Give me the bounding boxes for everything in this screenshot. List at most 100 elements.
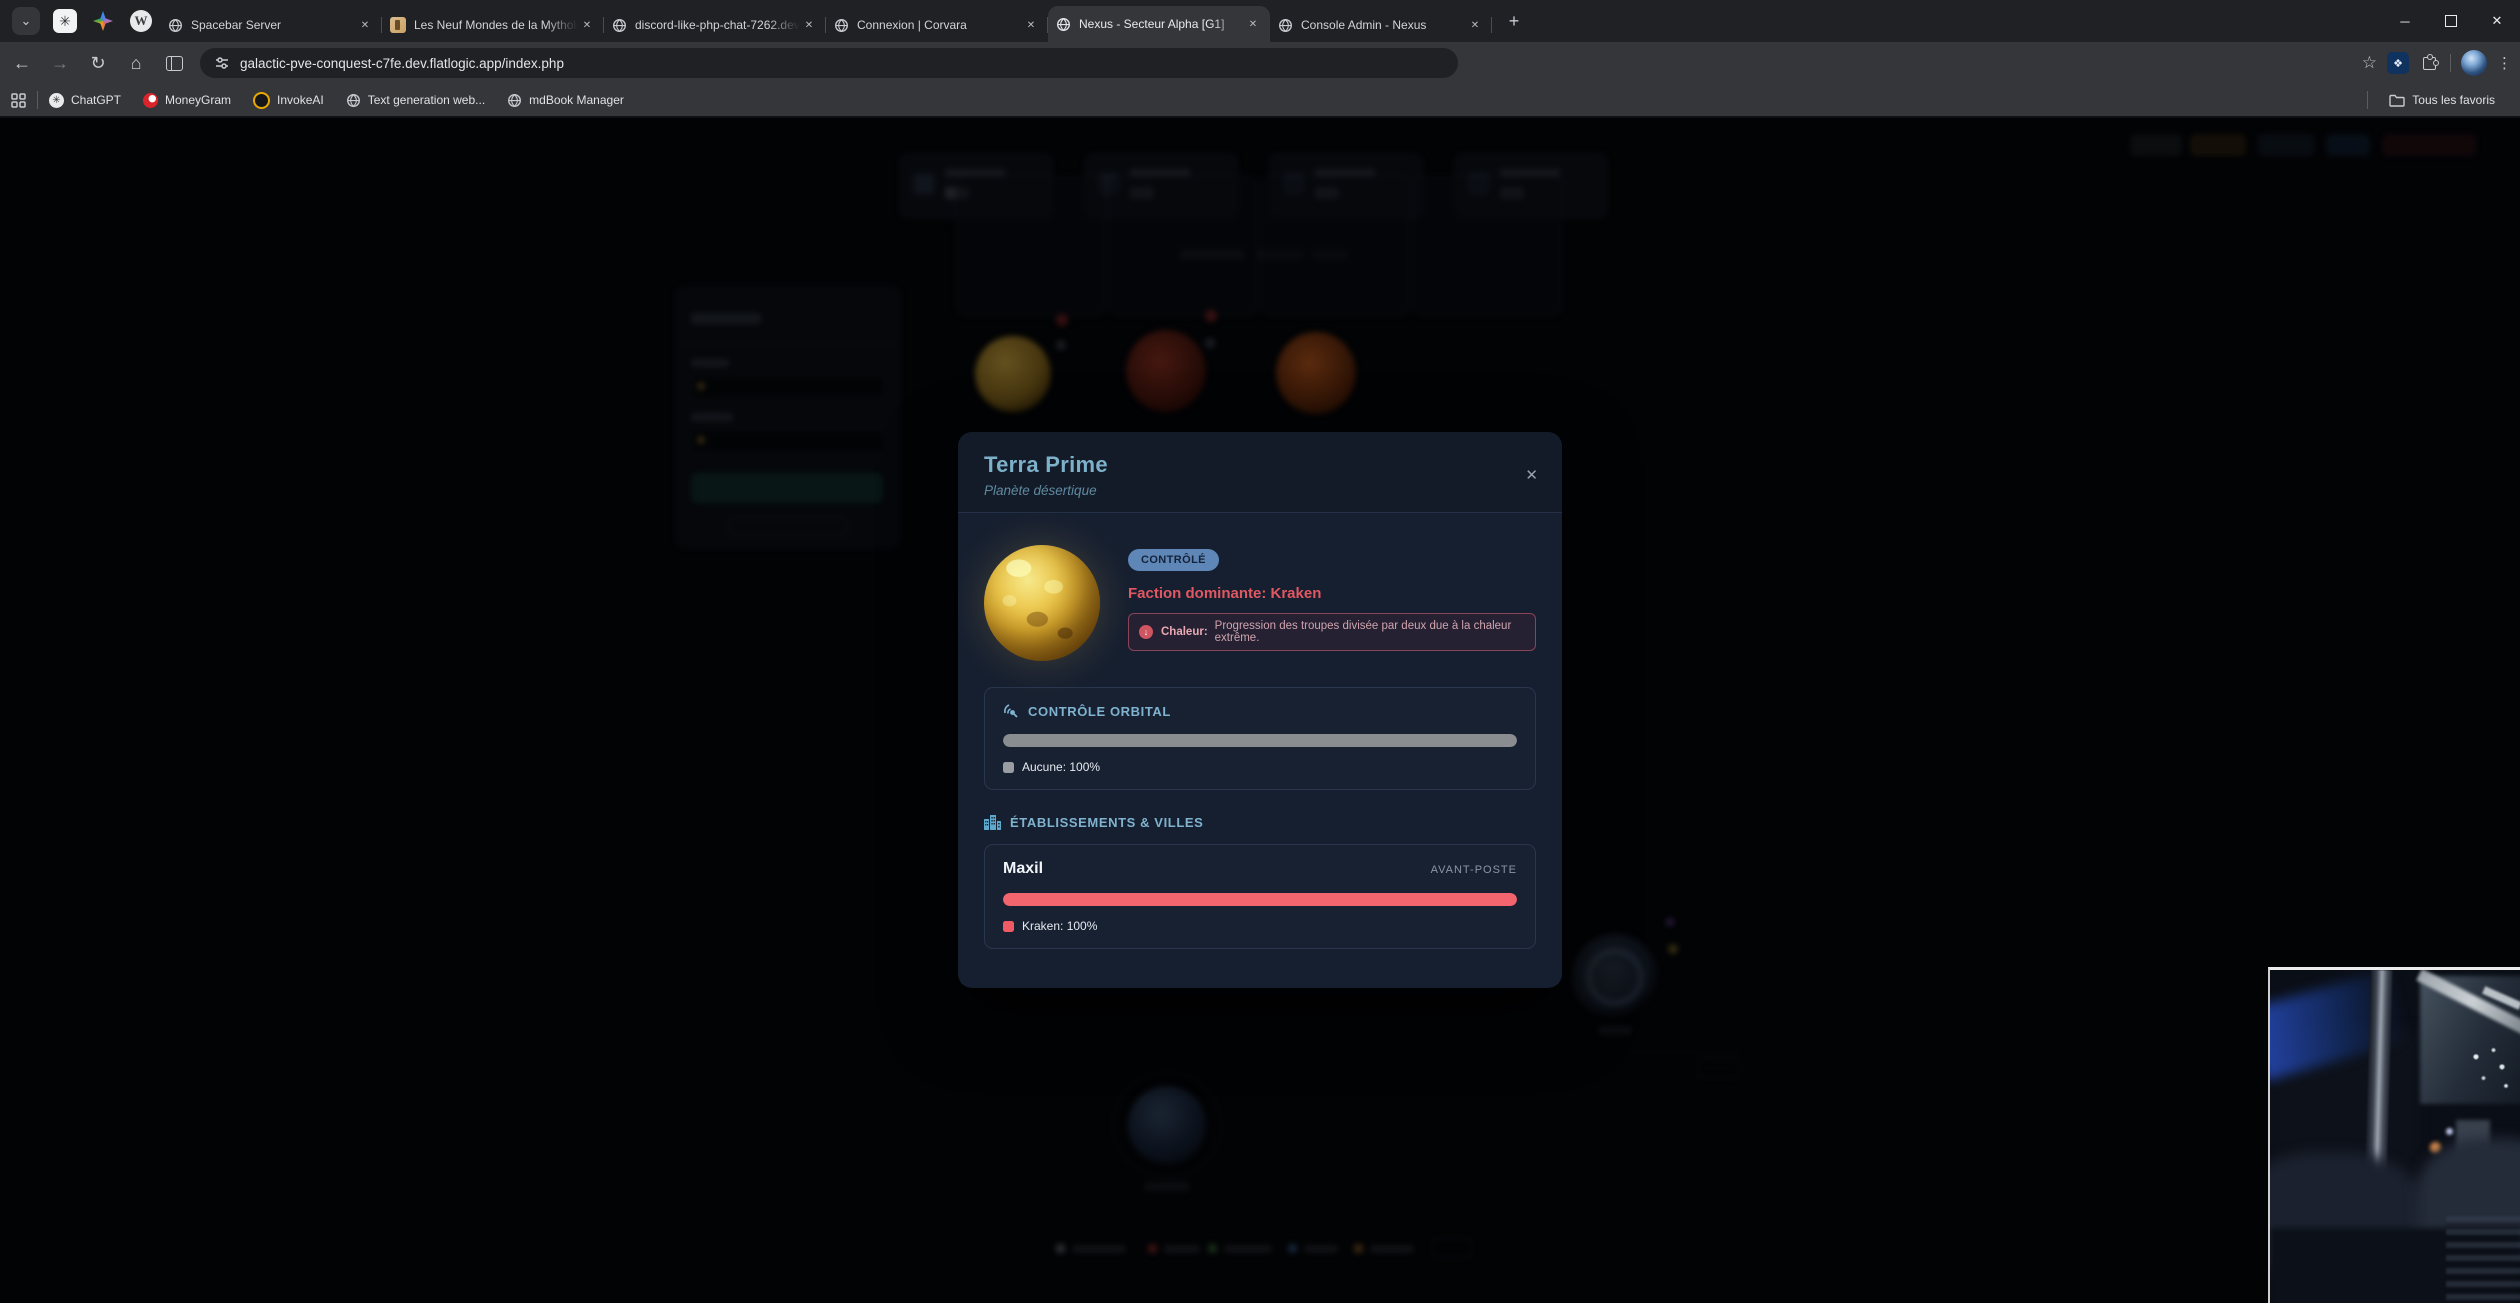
apps-button[interactable] [11, 93, 26, 108]
orbital-control-bar [1003, 734, 1517, 747]
bookmark-label: Text generation web... [368, 93, 485, 107]
tab-console-admin-nexus[interactable]: Console Admin - Nexus ✕ [1270, 8, 1492, 42]
reload-button[interactable]: ↻ [82, 47, 114, 79]
bookmark-text-generation[interactable]: Text generation web... [346, 93, 485, 108]
globe-icon [168, 18, 183, 33]
tab-title: Spacebar Server [191, 18, 356, 32]
folder-icon [2389, 94, 2405, 107]
home-icon: ⌂ [131, 53, 142, 74]
modal-title: Terra Prime [984, 452, 1536, 478]
globe-icon [612, 18, 627, 33]
close-tab-icon[interactable]: ✕ [1466, 16, 1484, 34]
settlements-heading: ÉTABLISSEMENTS & VILLES [1010, 815, 1203, 830]
address-bar[interactable]: galactic-pve-conquest-c7fe.dev.flatlogic… [200, 48, 1458, 78]
bookmark-label: MoneyGram [165, 93, 231, 107]
window-maximize-button[interactable] [2428, 0, 2474, 42]
tab-discord-like-php-chat[interactable]: discord-like-php-chat-7262.dev ✕ [604, 8, 826, 42]
bookmark-chatgpt[interactable]: ✳ ChatGPT [49, 93, 121, 108]
globe-icon [834, 18, 849, 33]
settlement-control-bar [1003, 893, 1517, 906]
plus-icon: + [1509, 11, 1520, 32]
bookmark-mdbook-manager[interactable]: mdBook Manager [507, 93, 624, 108]
browser-menu-icon[interactable]: ⋮ [2497, 54, 2512, 72]
modal-header: Terra Prime Planète désertique ✕ [958, 432, 1562, 513]
close-icon: ✕ [2492, 13, 2503, 29]
picture-in-picture-video[interactable] [2268, 967, 2520, 1303]
debuff-arrow-down-icon: ↓ [1139, 625, 1153, 639]
side-panel-button[interactable] [158, 47, 190, 79]
close-tab-icon[interactable]: ✕ [578, 16, 596, 34]
all-bookmarks-button[interactable]: Tous les favoris [2389, 93, 2495, 107]
pip-scene-cool-light [2446, 1128, 2453, 1135]
bookmarks-divider [37, 91, 38, 109]
close-tab-icon[interactable]: ✕ [1244, 15, 1262, 33]
tab-title: Connexion | Corvara [857, 18, 1022, 32]
bookmark-moneygram[interactable]: MoneyGram [143, 93, 231, 108]
window-controls: ─ ✕ [2382, 0, 2520, 42]
side-panel-icon [166, 56, 183, 71]
orbital-legend-text: Aucune: 100% [1022, 760, 1100, 774]
window-close-button[interactable]: ✕ [2474, 0, 2520, 42]
close-tab-icon[interactable]: ✕ [800, 16, 818, 34]
modal-close-button[interactable]: ✕ [1525, 466, 1538, 484]
tab-title: Console Admin - Nexus [1301, 18, 1466, 32]
bookmark-label: mdBook Manager [529, 93, 624, 107]
settlement-legend-text: Kraken: 100% [1022, 919, 1097, 933]
tab-les-neuf-mondes[interactable]: Les Neuf Mondes de la Mytholo ✕ [382, 8, 604, 42]
bookmark-label: ChatGPT [71, 93, 121, 107]
tab-title: Les Neuf Mondes de la Mytholo [414, 18, 578, 32]
pinned-tab-openai[interactable]: ✳ [50, 6, 80, 36]
tab-search-button[interactable]: ⌄ [12, 7, 40, 35]
site-settings-tune-icon [214, 55, 230, 71]
toolbar-divider [2450, 54, 2451, 72]
tab-title: Nexus - Secteur Alpha [G1] [1079, 17, 1244, 31]
url-text: galactic-pve-conquest-c7fe.dev.flatlogic… [240, 56, 564, 71]
minimize-icon: ─ [2400, 14, 2409, 29]
reload-icon: ↻ [90, 53, 105, 74]
window-minimize-button[interactable]: ─ [2382, 0, 2428, 42]
tab-spacebar-server[interactable]: Spacebar Server ✕ [160, 8, 382, 42]
legend-swatch-gray [1003, 762, 1014, 773]
warning-label: Chaleur: [1161, 626, 1208, 638]
new-tab-button[interactable]: + [1500, 7, 1528, 35]
bookmark-label: InvokeAI [277, 93, 324, 107]
moneygram-icon [143, 93, 158, 108]
profile-avatar[interactable] [2461, 50, 2487, 76]
close-tab-icon[interactable]: ✕ [1022, 16, 1040, 34]
settlement-type-label: AVANT-POSTE [1431, 864, 1517, 876]
settlement-name: Maxil [1003, 860, 1043, 878]
all-bookmarks-label: Tous les favoris [2412, 93, 2495, 107]
settlement-card: Maxil AVANT-POSTE Kraken: 100% [984, 844, 1536, 949]
back-button[interactable]: ← [6, 47, 38, 79]
satellite-icon [1003, 703, 1019, 719]
extension-badge-icon[interactable]: ❖ [2387, 52, 2409, 74]
pinned-tab-gemini[interactable] [88, 6, 118, 36]
globe-icon [1056, 17, 1071, 32]
pinned-tab-wordpress[interactable]: W [126, 6, 156, 36]
settlements-section-heading: ÉTABLISSEMENTS & VILLES [984, 815, 1536, 830]
home-button[interactable]: ⌂ [120, 47, 152, 79]
planet-details-modal: Terra Prime Planète désertique ✕ CONTRÔL… [958, 432, 1562, 988]
bookmark-star-icon[interactable]: ☆ [2362, 53, 2377, 73]
tab-nexus-secteur-alpha-active[interactable]: Nexus - Secteur Alpha [G1] ✕ [1048, 6, 1270, 42]
close-tab-icon[interactable]: ✕ [356, 16, 374, 34]
forward-button[interactable]: → [44, 47, 76, 79]
wordpress-icon: W [130, 10, 152, 32]
orbital-control-card: CONTRÔLE ORBITAL Aucune: 100% [984, 687, 1536, 790]
status-badge: CONTRÔLÉ [1128, 549, 1219, 571]
bookmark-invokeai[interactable]: InvokeAI [253, 92, 324, 109]
browser-tab-strip: ⌄ ✳ W Spacebar Server ✕ Les Neuf Mondes … [0, 0, 2520, 42]
openai-logo-icon: ✳ [53, 9, 77, 33]
modal-subtitle: Planète désertique [984, 483, 1536, 498]
planet-warning-box: ↓ Chaleur: Progression des troupes divis… [1128, 613, 1536, 651]
extensions-puzzle-icon[interactable] [2423, 57, 2436, 70]
bookmarks-bar: ✳ ChatGPT MoneyGram InvokeAI Text genera… [0, 84, 2520, 118]
browser-toolbar: ← → ↻ ⌂ galactic-pve-conquest-c7fe.dev.f… [0, 42, 2520, 84]
settlement-bar-fill [1003, 893, 1517, 906]
invokeai-icon [253, 92, 270, 109]
tab-connexion-corvara[interactable]: Connexion | Corvara ✕ [826, 8, 1048, 42]
modal-body: CONTRÔLÉ Faction dominante: Kraken ↓ Cha… [958, 513, 1562, 969]
warning-text: Progression des troupes divisée par deux… [1215, 620, 1525, 644]
forward-icon: → [51, 53, 69, 74]
planet-image [984, 545, 1100, 661]
